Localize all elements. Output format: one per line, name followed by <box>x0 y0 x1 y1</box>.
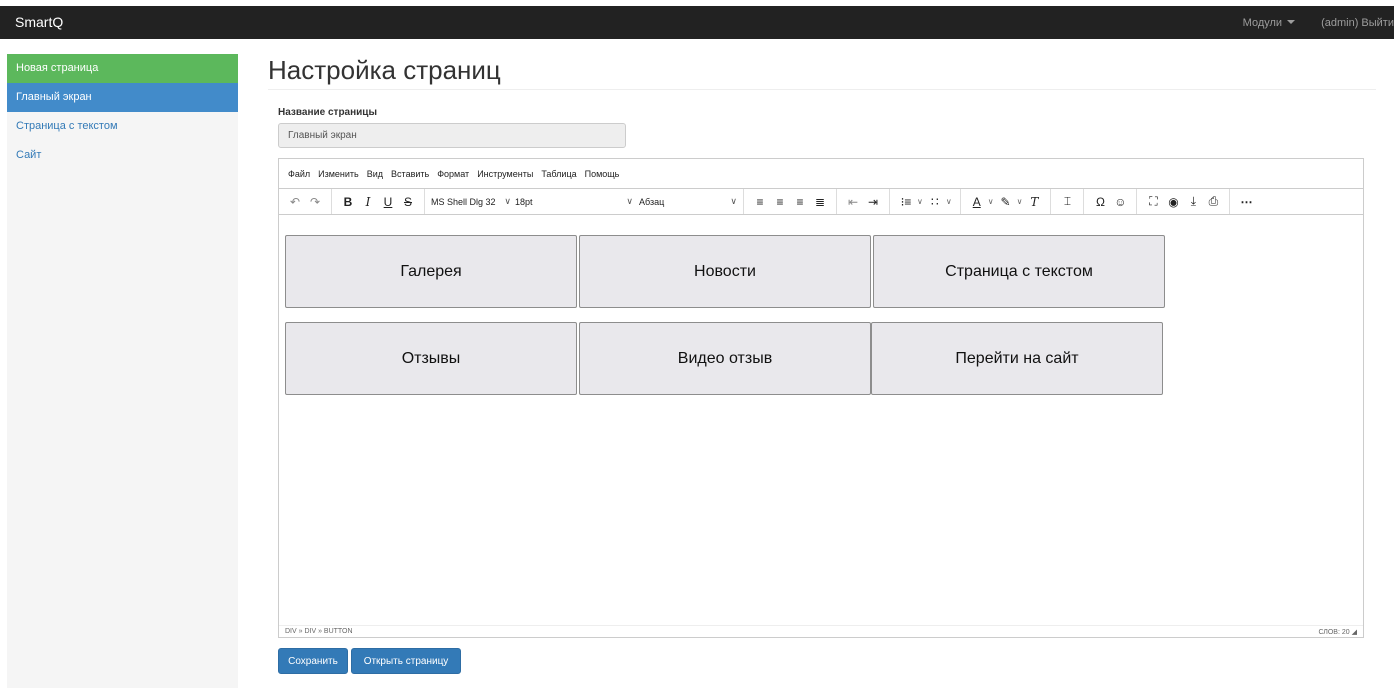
strikethrough-icon[interactable]: S <box>399 195 417 209</box>
menu-format[interactable]: Формат <box>437 169 469 179</box>
menu-view[interactable]: Вид <box>367 169 383 179</box>
rich-text-editor: Файл Изменить Вид Вставить Формат Инстру… <box>278 158 1364 638</box>
print-icon[interactable]: ⎙ <box>1204 194 1222 209</box>
indent-group: ⇤ ⇥ <box>837 189 890 214</box>
word-count: СЛОВ: 20 ◢ <box>1318 628 1357 636</box>
indent-icon[interactable]: ⇥ <box>864 195 882 209</box>
divider <box>268 89 1376 90</box>
download-icon[interactable]: ⤓ <box>1184 194 1202 209</box>
align-justify-icon[interactable]: ≣ <box>811 195 829 209</box>
font-family-select[interactable]: MS Shell Dlg 32 ∨ <box>431 196 511 207</box>
element-path[interactable]: DIV » DIV » BUTTON <box>285 628 353 635</box>
font-size-value: 18pt <box>515 196 533 207</box>
text-page-button[interactable]: Страница с текстом <box>873 235 1165 308</box>
block-format-value: Абзац <box>639 196 665 207</box>
caret-down-icon <box>1287 20 1296 24</box>
editor-menubar: Файл Изменить Вид Вставить Формат Инстру… <box>279 159 1363 188</box>
chevron-down-icon: ∨ <box>730 196 737 206</box>
more-icon[interactable]: ⋯ <box>1237 195 1255 209</box>
page-name-field[interactable]: Главный экран <box>278 123 626 148</box>
menu-file[interactable]: Файл <box>288 169 310 179</box>
menu-tools[interactable]: Инструменты <box>477 169 533 179</box>
clear-formatting-icon[interactable]: T <box>1025 195 1043 209</box>
sidebar-item-text-page[interactable]: Страница с текстом <box>7 112 238 141</box>
save-button[interactable]: Сохранить <box>278 648 348 674</box>
fullscreen-icon[interactable]: ⛶ <box>1144 194 1162 209</box>
chevron-down-icon[interactable]: ∨ <box>917 197 923 206</box>
sidebar-item-new-page[interactable]: Новая страница <box>7 54 238 83</box>
chevron-down-icon: ∨ <box>626 196 633 206</box>
align-left-icon[interactable]: ≡ <box>751 195 769 209</box>
numbered-list-icon[interactable]: ⁝≡ <box>897 195 915 209</box>
font-group: MS Shell Dlg 32 ∨ 18pt ∨ Абзац ∨ <box>425 189 744 214</box>
font-family-value: MS Shell Dlg 32 <box>431 196 496 207</box>
undo-icon[interactable]: ↶ <box>286 195 304 209</box>
brand-link[interactable]: SmartQ <box>15 14 63 30</box>
navbar-right: Модули (admin) Выйти <box>1243 17 1394 29</box>
menu-help[interactable]: Помощь <box>585 169 620 179</box>
gallery-button[interactable]: Галерея <box>285 235 577 308</box>
pagebreak-group: ⌶ <box>1051 189 1085 214</box>
page-name-label: Название страницы <box>278 107 377 118</box>
view-group: ⛶ ◉ ⤓ ⎙ <box>1137 189 1231 214</box>
modules-dropdown[interactable]: Модули <box>1242 17 1296 29</box>
menu-insert[interactable]: Вставить <box>391 169 429 179</box>
chevron-down-icon[interactable]: ∨ <box>988 197 994 206</box>
editor-statusbar: DIV » DIV » BUTTON СЛОВ: 20 ◢ <box>279 625 1363 637</box>
sidebar: Новая страница Главный экран Страница с … <box>7 54 238 688</box>
emoji-icon[interactable]: ☺ <box>1111 195 1129 209</box>
word-count-value: СЛОВ: 20 <box>1318 628 1350 636</box>
resize-handle-icon[interactable]: ◢ <box>1352 629 1357 636</box>
text-color-icon[interactable]: A <box>968 195 986 209</box>
sidebar-item-site[interactable]: Сайт <box>7 141 238 170</box>
special-char-icon[interactable]: Ω <box>1091 195 1109 209</box>
align-group: ≡ ≡ ≡ ≣ <box>744 189 837 214</box>
outdent-icon[interactable]: ⇤ <box>844 195 862 209</box>
history-group: ↶ ↷ <box>279 189 332 214</box>
chevron-down-icon[interactable]: ∨ <box>946 197 952 206</box>
open-page-button[interactable]: Открыть страницу <box>351 648 461 674</box>
text-style-group: B I U S <box>332 189 425 214</box>
more-group: ⋯ <box>1230 189 1262 214</box>
preview-icon[interactable]: ◉ <box>1164 195 1182 209</box>
bold-icon[interactable]: B <box>339 195 357 209</box>
sidebar-item-main-screen[interactable]: Главный экран <box>7 83 238 112</box>
highlight-icon[interactable]: ✎ <box>997 195 1015 209</box>
underline-icon[interactable]: U <box>379 195 397 209</box>
redo-icon[interactable]: ↷ <box>306 195 324 209</box>
logout-link[interactable]: (admin) Выйти <box>1321 17 1394 29</box>
menu-edit[interactable]: Изменить <box>318 169 359 179</box>
align-right-icon[interactable]: ≡ <box>791 195 809 209</box>
reviews-button[interactable]: Отзывы <box>285 322 577 395</box>
insert-group: Ω ☺ <box>1084 189 1138 214</box>
editor-toolbar: ↶ ↷ B I U S MS Shell Dlg 32 ∨ 18pt ∨ Абзац… <box>279 188 1363 215</box>
font-size-select[interactable]: 18pt ∨ <box>515 196 633 207</box>
color-group: A ∨ ✎ ∨ T <box>961 189 1052 214</box>
navbar: SmartQ Модули (admin) Выйти <box>0 6 1394 39</box>
bullet-list-icon[interactable]: ∷ <box>926 195 944 209</box>
menu-table[interactable]: Таблица <box>541 169 576 179</box>
video-review-button[interactable]: Видео отзыв <box>579 322 871 395</box>
news-button[interactable]: Новости <box>579 235 871 308</box>
list-group: ⁝≡ ∨ ∷ ∨ <box>890 189 961 214</box>
italic-icon[interactable]: I <box>359 195 377 209</box>
editor-content[interactable]: Галерея Новости Страница с текстом Отзыв… <box>279 215 1363 619</box>
block-format-select[interactable]: Абзац ∨ <box>639 196 737 207</box>
modules-label: Модули <box>1242 17 1283 29</box>
align-center-icon[interactable]: ≡ <box>771 195 789 209</box>
go-to-site-button[interactable]: Перейти на сайт <box>871 322 1163 395</box>
page-break-icon[interactable]: ⌶ <box>1058 194 1076 209</box>
chevron-down-icon: ∨ <box>504 196 511 206</box>
page-title: Настройка страниц <box>268 55 501 85</box>
chevron-down-icon[interactable]: ∨ <box>1017 197 1023 206</box>
